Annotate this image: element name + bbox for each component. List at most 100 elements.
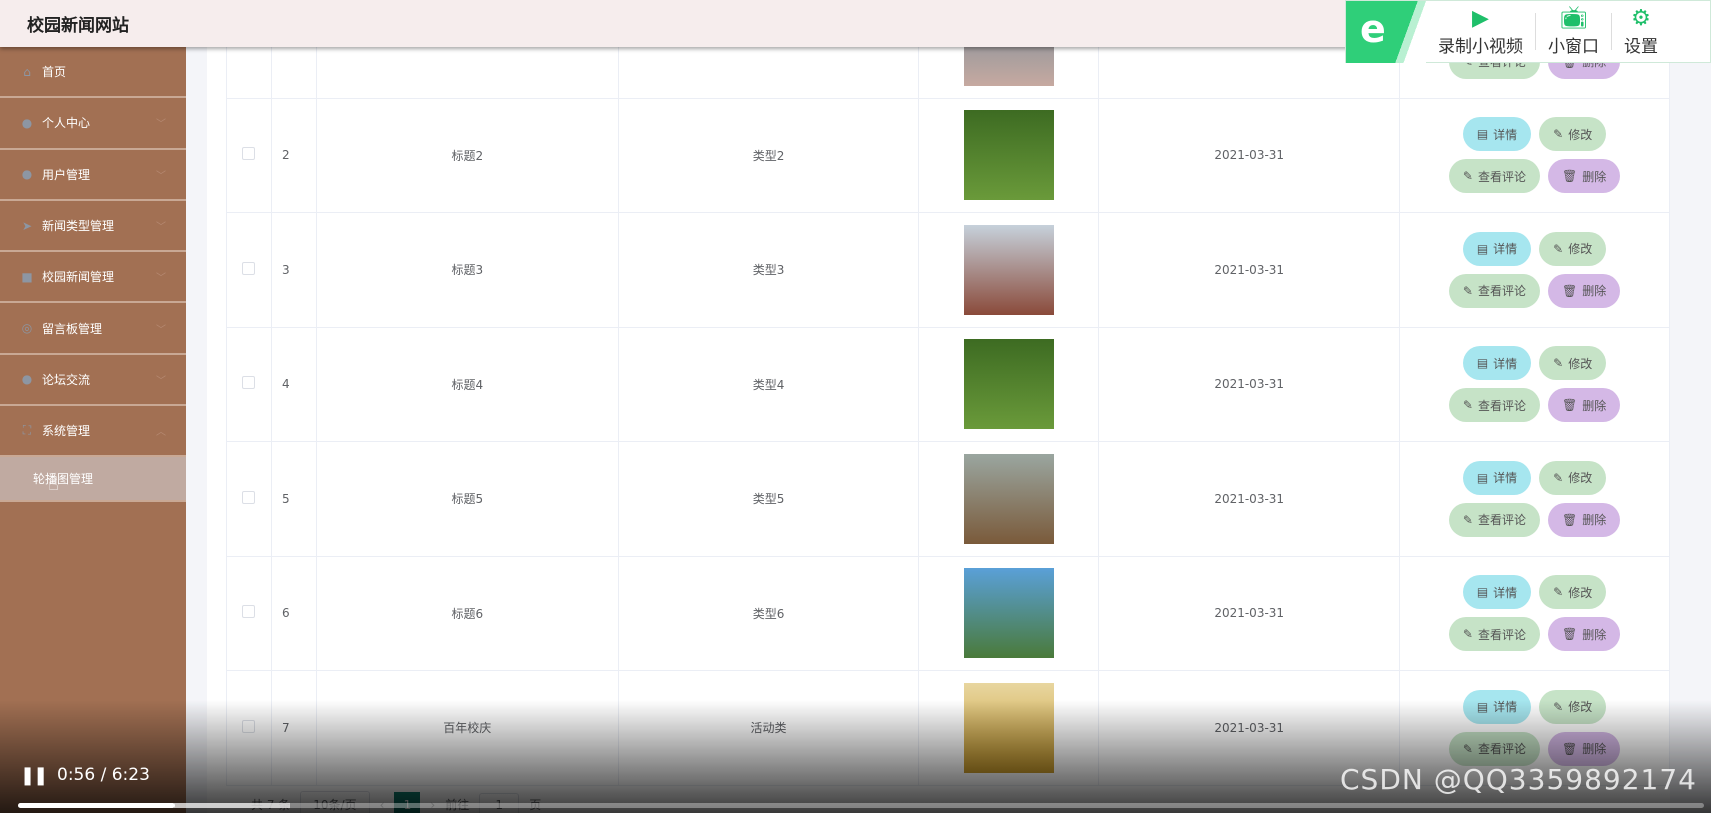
detail-button[interactable]: ▤ 详情	[1462, 117, 1532, 152]
document-icon: ▤	[1476, 356, 1489, 371]
pencil-icon: ✎	[1462, 741, 1473, 756]
sidebar: ⌂ 首页 ● 个人中心 ﹀ ● 用户管理 ﹀ ➤ 新闻类型管理 ﹀ ■ 校园新闻管理 ﹀ ◎ 留言板…	[0, 47, 186, 813]
pagination: 共 7 条 10条/页 ‹ 1 › 前往 1 页	[251, 791, 541, 813]
row-index: 5	[270, 441, 317, 557]
watermark: CSDN @QQ3359892174	[1340, 763, 1697, 796]
navigation-icon: ➤	[21, 218, 33, 233]
sidebar-item-news-type[interactable]: ➤ 新闻类型管理 ﹀	[0, 201, 186, 253]
row-title: 标题2	[315, 97, 619, 213]
trash-icon: 🗑︎	[1561, 169, 1578, 184]
detail-button[interactable]: ▤ 详情	[1462, 689, 1532, 724]
sidebar-item-home[interactable]: ⌂ 首页	[0, 47, 186, 99]
pause-button[interactable]: ❚❚	[20, 765, 48, 786]
view-comments-button[interactable]: ✎查看评论	[1448, 159, 1540, 194]
pencil-icon: ✎	[1553, 470, 1564, 485]
sidebar-item-campus-news[interactable]: ■ 校园新闻管理 ﹀	[0, 252, 186, 304]
row-checkbox[interactable]	[242, 376, 256, 390]
row-title	[315, 47, 619, 99]
row-type	[617, 47, 920, 99]
trash-icon: 🗑︎	[1561, 512, 1578, 527]
bulb-icon: ●	[21, 167, 33, 182]
page-size-select[interactable]: 10条/页	[300, 791, 370, 813]
delete-button[interactable]: 🗑︎删除	[1547, 731, 1621, 766]
row-checkbox[interactable]	[242, 147, 256, 161]
record-video-button[interactable]: ▶ 录制小视频	[1426, 1, 1535, 62]
scrollbar-area[interactable]	[1670, 47, 1711, 813]
sidebar-item-user-management[interactable]: ● 用户管理 ﹀	[0, 150, 186, 201]
delete-button[interactable]: 🗑︎删除	[1547, 159, 1621, 194]
news-thumbnail	[963, 453, 1054, 544]
row-date: 2021-03-31	[1098, 441, 1401, 557]
chevron-down-icon: ﹀	[156, 273, 166, 285]
document-icon: ▤	[1476, 127, 1489, 142]
row-checkbox[interactable]	[242, 261, 256, 275]
row-title: 标题5	[315, 441, 619, 557]
row-title: 百年校庆	[315, 670, 619, 786]
sidebar-item-forum[interactable]: ● 论坛交流 ﹀	[0, 355, 186, 407]
row-checkbox[interactable]	[242, 719, 256, 733]
row-type: 类型5	[617, 441, 920, 557]
view-comments-button[interactable]: ✎查看评论	[1448, 388, 1540, 423]
detail-button[interactable]: ▤ 详情	[1462, 231, 1532, 266]
delete-button[interactable]: 🗑︎删除	[1547, 502, 1621, 537]
delete-button[interactable]: 🗑︎删除	[1547, 273, 1621, 308]
edit-button[interactable]: ✎ 修改	[1539, 231, 1607, 266]
sidebar-item-system[interactable]: ⛶ 系统管理 ︿	[0, 406, 186, 458]
row-type: 类型2	[617, 97, 920, 213]
pencil-icon: ✎	[1462, 512, 1473, 527]
news-thumbnail	[963, 224, 1054, 315]
settings-button[interactable]: ⚙ 设置	[1612, 1, 1670, 62]
row-type: 活动类	[617, 670, 920, 786]
row-date: 2021-03-31	[1098, 555, 1401, 671]
sidebar-item-message-board[interactable]: ◎ 留言板管理 ﹀	[0, 303, 186, 355]
news-thumbnail	[963, 339, 1054, 430]
row-index	[270, 47, 317, 99]
chevron-down-icon: ﹀	[156, 324, 166, 336]
row-index: 4	[270, 326, 317, 442]
row-index: 7	[270, 670, 317, 786]
chevron-down-icon: ﹀	[156, 222, 166, 234]
detail-button[interactable]: ▤ 详情	[1462, 460, 1532, 495]
row-type: 类型6	[617, 555, 920, 671]
edit-button[interactable]: ✎ 修改	[1539, 689, 1607, 724]
mini-window-button[interactable]: 📺︎ 小窗口	[1536, 1, 1611, 62]
row-title: 标题6	[315, 555, 619, 671]
table-row: 5 标题5 类型5 2021-03-31 ▤ 详情 ✎ 修改 ✎ 查看评论 🗑︎ 删除	[226, 441, 1670, 557]
news-table: ▤详情 ✎修改 ✎查看评论 🗑︎删除 2 标题2 类型2 2021-03-31 …	[226, 47, 1670, 786]
row-checkbox[interactable]	[242, 605, 256, 619]
browser-logo-icon: e	[1346, 1, 1426, 63]
detail-button[interactable]: ▤ 详情	[1462, 575, 1532, 610]
row-index: 3	[270, 212, 317, 328]
pencil-icon: ✎	[1553, 699, 1564, 714]
pencil-icon: ✎	[1553, 585, 1564, 600]
sidebar-subitem-carousel[interactable]: 轮播图管理	[0, 457, 186, 503]
view-comments-button[interactable]: ✎查看评论	[1448, 502, 1540, 537]
wallet-icon: ■	[21, 269, 33, 284]
row-type: 类型4	[617, 326, 920, 442]
edit-button[interactable]: ✎ 修改	[1539, 575, 1607, 610]
view-comments-button[interactable]: ✎查看评论	[1448, 273, 1540, 308]
view-comments-button[interactable]: ✎查看评论	[1448, 617, 1540, 652]
edit-button[interactable]: ✎ 修改	[1539, 460, 1607, 495]
trash-icon: 🗑︎	[1561, 627, 1578, 642]
delete-button[interactable]: 🗑︎删除	[1547, 617, 1621, 652]
document-icon: ▤	[1476, 699, 1489, 714]
document-icon: ▤	[1476, 470, 1489, 485]
chevron-up-icon: ︿	[156, 427, 166, 439]
trash-icon: 🗑︎	[1561, 741, 1578, 756]
document-icon: ▤	[1476, 585, 1489, 600]
edit-button[interactable]: ✎ 修改	[1539, 346, 1607, 381]
document-icon: ▤	[1476, 241, 1489, 256]
help-ring-icon: ◎	[21, 321, 33, 336]
detail-button[interactable]: ▤ 详情	[1462, 346, 1532, 381]
row-title: 标题3	[315, 212, 619, 328]
trash-icon: 🗑︎	[1561, 398, 1578, 413]
delete-button[interactable]: 🗑︎删除	[1547, 388, 1621, 423]
view-comments-button[interactable]: ✎查看评论	[1448, 731, 1540, 766]
fullscreen-icon: ⛶	[22, 423, 32, 438]
edit-button[interactable]: ✎ 修改	[1539, 117, 1607, 152]
main-content: ▤详情 ✎修改 ✎查看评论 🗑︎删除 2 标题2 类型2 2021-03-31 …	[186, 47, 1711, 813]
row-date: 2021-03-31	[1098, 212, 1401, 328]
sidebar-item-personal-center[interactable]: ● 个人中心 ﹀	[0, 98, 186, 150]
row-checkbox[interactable]	[242, 490, 256, 504]
